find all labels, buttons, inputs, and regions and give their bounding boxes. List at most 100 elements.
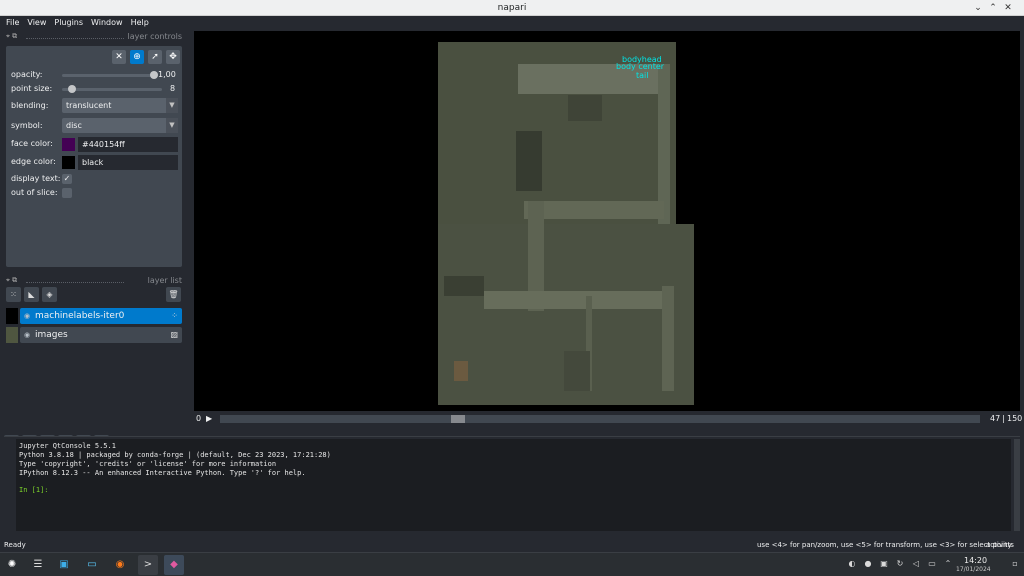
play-icon[interactable]: ▶ [206, 413, 212, 425]
viewer-canvas[interactable]: bodyhead body center tail [194, 31, 1020, 411]
face-color-input[interactable]: #440154ff [78, 137, 178, 152]
os-taskbar: ✺ ☰ ▣ ▭ ◉ > ◆ ◐ ● ▣ ↻ ◁ ▭ ⌃ 14:20 17/01/… [0, 552, 1024, 576]
menu-window[interactable]: Window [91, 16, 123, 29]
opacity-slider[interactable] [62, 74, 154, 77]
layer-list-toolbar: ⁙ ◣ ◈ 🗑 [6, 287, 182, 303]
blending-select[interactable]: translucent ▼ [62, 98, 178, 113]
terminal-icon[interactable]: > [138, 555, 158, 575]
clock-date: 17/01/2024 [956, 566, 991, 573]
dims-start: 0 [196, 414, 202, 423]
display-text-checkbox[interactable]: ✓ [62, 174, 72, 184]
layer-row-images[interactable]: ◉ images ▨ [6, 327, 182, 343]
display-text-label: display text: [11, 174, 61, 183]
minimize-icon[interactable]: ⌄ [972, 2, 984, 14]
pan-zoom-button[interactable]: ✥ [166, 50, 180, 64]
out-of-slice-checkbox[interactable] [62, 188, 72, 198]
window-title: napari [497, 3, 527, 13]
ipython-console: Jupyter QtConsole 5.5.1 Python 3.8.18 | … [4, 436, 1020, 533]
opacity-label: opacity: [11, 70, 43, 79]
blending-value: translucent [66, 101, 112, 110]
console-line: IPython 8.12.3 -- An enhanced Interactiv… [19, 469, 306, 477]
console-prompt[interactable]: In [1]: [19, 486, 1008, 495]
image-frame: bodyhead body center tail [438, 42, 694, 405]
application-launcher-icon[interactable]: ✺ [2, 555, 22, 575]
console-output[interactable]: Jupyter QtConsole 5.5.1 Python 3.8.18 | … [16, 439, 1011, 531]
point-size-value: 8 [170, 84, 176, 93]
close-icon[interactable]: ✕ [1002, 2, 1014, 14]
maximize-icon[interactable]: ⌃ [987, 2, 999, 14]
symbol-label: symbol: [11, 121, 43, 130]
layer-controls-title-bar: ⌖ ⧉ layer controls [6, 32, 184, 44]
console-line: Python 3.8.18 | packaged by conda-forge … [19, 451, 331, 459]
console-line: Jupyter QtConsole 5.5.1 [19, 442, 116, 450]
status-text: Ready [4, 541, 26, 549]
opacity-slider-handle[interactable] [150, 71, 158, 79]
window-titlebar: napari ⌄ ⌃ ✕ [0, 0, 1024, 16]
menu-help[interactable]: Help [131, 16, 149, 29]
opacity-value: 1,00 [158, 70, 176, 79]
task-manager-icon[interactable]: ☰ [28, 555, 48, 575]
edge-color-swatch[interactable] [62, 156, 75, 169]
layer-name: machinelabels-iter0 [35, 311, 125, 321]
dims-current[interactable]: 47 [990, 413, 1000, 425]
tray-app-icon[interactable]: ◐ [847, 559, 857, 569]
frame-slider[interactable] [220, 415, 980, 423]
tray-discord-icon[interactable]: ● [863, 559, 873, 569]
blending-label: blending: [11, 101, 49, 110]
new-labels-layer-button[interactable]: ◈ [42, 287, 57, 302]
tray-expand-icon[interactable]: ⌃ [943, 559, 953, 569]
dock-float-icon[interactable]: ⌖ ⧉ [6, 276, 17, 285]
tray-network-icon[interactable]: ▭ [927, 559, 937, 569]
layer-name: images [35, 330, 68, 340]
add-points-button[interactable]: ⊕ [130, 50, 144, 64]
layer-controls-panel: ✕ ⊕ ➚ ✥ opacity: 1,00 point size: 8 blen… [6, 46, 182, 267]
eye-icon[interactable]: ◉ [24, 308, 30, 324]
new-shapes-layer-button[interactable]: ◣ [24, 287, 39, 302]
face-color-swatch[interactable] [62, 138, 75, 151]
point-size-slider-handle[interactable] [67, 85, 76, 93]
firefox-icon[interactable]: ◉ [110, 555, 130, 575]
napari-icon[interactable]: ◆ [164, 555, 184, 575]
select-points-button[interactable]: ➚ [148, 50, 162, 64]
layer-controls-title: layer controls [127, 32, 182, 41]
face-color-label: face color: [11, 139, 53, 148]
chevron-down-icon: ▼ [166, 98, 178, 113]
point-size-label: point size: [11, 84, 53, 93]
out-of-slice-label: out of slice: [11, 188, 58, 197]
left-dock: ⌖ ⧉ layer controls ✕ ⊕ ➚ ✥ opacity: 1,00… [0, 29, 190, 450]
symbol-value: disc [66, 121, 82, 130]
layer-thumbnail [6, 327, 18, 343]
activity-button[interactable]: activity [986, 539, 1012, 552]
console-scrollbar[interactable] [1014, 439, 1020, 531]
console-line: Type 'copyright', 'credits' or 'license'… [19, 460, 277, 468]
new-points-layer-button[interactable]: ⁙ [6, 287, 21, 302]
menu-file[interactable]: File [6, 16, 19, 29]
points-layer-icon: ⁘ [171, 311, 178, 320]
delete-layer-button[interactable]: 🗑 [166, 287, 181, 302]
delete-points-button[interactable]: ✕ [112, 50, 126, 64]
layer-thumbnail [6, 308, 18, 324]
store-icon[interactable]: ▣ [54, 555, 74, 575]
dims-separator: | [1002, 414, 1005, 423]
clock-time[interactable]: 14:20 [964, 556, 987, 565]
tray-update-icon[interactable]: ↻ [895, 559, 905, 569]
file-manager-icon[interactable]: ▭ [82, 555, 102, 575]
point-size-slider[interactable] [62, 88, 162, 91]
dock-float-icon[interactable]: ⌖ ⧉ [6, 32, 17, 41]
tray-display-icon[interactable]: ▣ [879, 559, 889, 569]
frame-slider-handle[interactable] [451, 415, 466, 423]
symbol-select[interactable]: disc ▼ [62, 118, 178, 133]
eye-icon[interactable]: ◉ [24, 327, 30, 343]
edge-color-input[interactable]: black [78, 155, 178, 170]
edge-color-label: edge color: [11, 157, 56, 166]
layer-list-title: layer list [147, 276, 182, 285]
show-desktop-icon[interactable]: ▫ [1010, 559, 1020, 569]
chevron-down-icon: ▼ [166, 118, 178, 133]
menu-plugins[interactable]: Plugins [54, 16, 83, 29]
status-bar: Ready use <4> for pan/zoom, use <5> for … [0, 539, 1024, 552]
menu-bar: File View Plugins Window Help [0, 16, 1024, 29]
keypoint-label-body-center: body center [616, 62, 665, 71]
menu-view[interactable]: View [27, 16, 46, 29]
layer-row-machinelabels[interactable]: ◉ machinelabels-iter0 ⁘ [6, 308, 182, 324]
tray-volume-icon[interactable]: ◁ [911, 559, 921, 569]
